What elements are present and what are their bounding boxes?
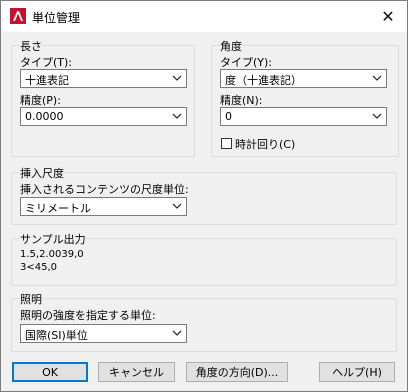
title-bar: 単位管理 ✕ xyxy=(1,1,407,32)
insert-scale-group-title: 挿入尺度 xyxy=(20,165,64,181)
insert-scale-unit-label: 挿入されるコンテンツの尺度単位: xyxy=(20,183,189,196)
clockwise-label[interactable]: 時計回り(C) xyxy=(235,136,295,152)
chevron-down-icon xyxy=(372,75,382,81)
sample-output-line-1: 1.5,2.0039,0 xyxy=(20,249,84,260)
chevron-down-icon xyxy=(172,75,182,81)
length-precision-value: 0.0000 xyxy=(25,110,64,123)
lighting-group-title: 照明 xyxy=(20,291,42,307)
angle-type-label: タイプ(Y): xyxy=(220,56,273,69)
lighting-unit-combo[interactable]: 国際(SI)単位 xyxy=(20,324,187,343)
length-type-combo[interactable]: 十進表記 xyxy=(20,69,187,88)
clockwise-checkbox[interactable] xyxy=(221,138,232,149)
lighting-unit-label: 照明の強度を指定する単位: xyxy=(20,309,156,322)
ok-button[interactable]: OK xyxy=(12,362,88,382)
chevron-down-icon xyxy=(172,113,182,119)
length-precision-combo[interactable]: 0.0000 xyxy=(20,107,187,126)
length-precision-label: 精度(P): xyxy=(20,94,61,107)
angle-precision-value: 0 xyxy=(225,110,232,123)
angle-direction-button[interactable]: 角度の方向(D)... xyxy=(186,362,288,382)
insert-scale-unit-combo[interactable]: ミリメートル xyxy=(20,197,187,216)
chevron-down-icon xyxy=(172,330,182,336)
help-button[interactable]: ヘルプ(H) xyxy=(319,362,395,382)
length-type-value: 十進表記 xyxy=(25,74,69,87)
length-group-title: 長さ xyxy=(20,38,42,54)
length-type-label: タイプ(T): xyxy=(20,56,73,69)
autocad-app-icon xyxy=(10,8,26,24)
window-title: 単位管理 xyxy=(32,11,81,25)
close-button[interactable]: ✕ xyxy=(369,1,407,32)
sample-output-group-title: サンプル出力 xyxy=(20,231,86,247)
angle-type-combo[interactable]: 度（十進表記） xyxy=(220,69,387,88)
close-icon: ✕ xyxy=(381,7,395,26)
cancel-button[interactable]: キャンセル xyxy=(98,362,175,382)
lighting-unit-value: 国際(SI)単位 xyxy=(25,329,88,342)
units-dialog: 単位管理 ✕ 長さ タイプ(T): 十進表記 精度(P): 0.0000 角度 … xyxy=(0,0,408,392)
insert-scale-unit-value: ミリメートル xyxy=(25,202,91,215)
angle-precision-label: 精度(N): xyxy=(220,94,263,107)
angle-group-title: 角度 xyxy=(220,38,242,54)
chevron-down-icon xyxy=(372,113,382,119)
sample-output-line-2: 3<45,0 xyxy=(20,262,58,273)
angle-precision-combo[interactable]: 0 xyxy=(220,107,387,126)
chevron-down-icon xyxy=(172,203,182,209)
angle-type-value: 度（十進表記） xyxy=(225,74,302,87)
